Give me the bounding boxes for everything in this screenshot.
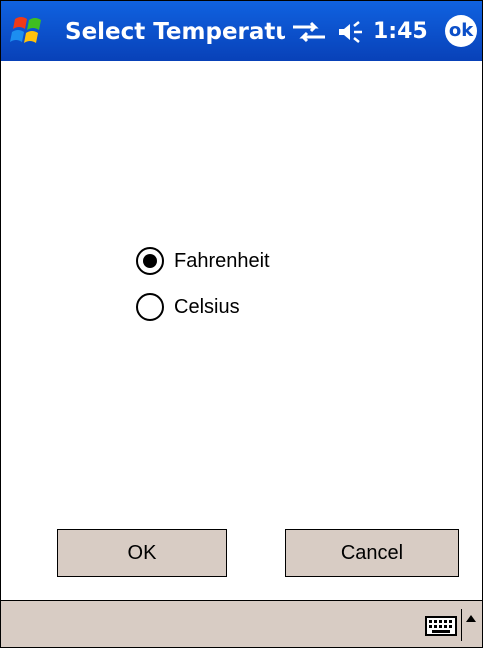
radio-button-checked-icon[interactable]	[136, 247, 164, 275]
clock[interactable]: 1:45	[373, 17, 443, 47]
cancel-button[interactable]: Cancel	[285, 529, 459, 577]
radio-button-unchecked-icon[interactable]	[136, 293, 164, 321]
radio-celsius-label[interactable]: Celsius	[174, 296, 240, 319]
menu-separator	[461, 609, 462, 641]
title-bar: Select Temperature 1:45 ok	[1, 1, 482, 61]
title-ok-button[interactable]: ok	[445, 15, 477, 47]
volume-icon[interactable]	[337, 21, 367, 43]
radio-fahrenheit-label[interactable]: Fahrenheit	[174, 250, 270, 273]
dialog-window: Select Temperature 1:45 ok Fahrenheit Ce…	[0, 0, 483, 648]
menu-bar	[1, 600, 482, 647]
input-panel-arrow-icon[interactable]	[466, 615, 476, 622]
radio-fahrenheit[interactable]: Fahrenheit	[136, 244, 270, 278]
connectivity-icon[interactable]	[291, 21, 327, 43]
windows-flag-icon[interactable]	[7, 11, 51, 51]
ok-button[interactable]: OK	[57, 529, 227, 577]
radio-celsius[interactable]: Celsius	[136, 290, 240, 324]
window-title: Select Temperature	[65, 19, 285, 45]
keyboard-icon[interactable]	[425, 616, 457, 636]
